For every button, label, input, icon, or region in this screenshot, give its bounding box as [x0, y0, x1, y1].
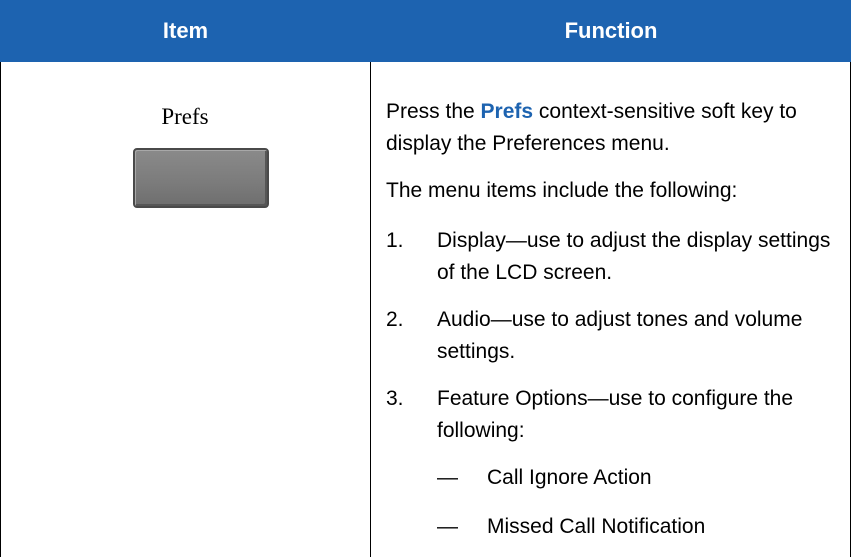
- header-function: Function: [371, 0, 851, 62]
- prefs-highlight: Prefs: [480, 100, 534, 123]
- lead-paragraph: The menu items include the following:: [386, 179, 738, 202]
- list-item-number: 3.: [386, 387, 404, 410]
- header-item: Item: [0, 0, 371, 62]
- item-name: Prefs: [161, 104, 209, 129]
- list-item-text: Feature Options—use to configure the fol…: [437, 387, 794, 442]
- table-column-divider: [370, 62, 371, 557]
- sub-list-text: Call Ignore Action: [487, 466, 652, 489]
- intro-paragraph: Press the Prefs context-sensitive soft k…: [386, 96, 846, 160]
- sub-list-text: Missed Call Notification: [487, 515, 706, 538]
- list-item-number: 2.: [386, 308, 404, 331]
- soft-key-icon: [133, 148, 269, 208]
- header-function-label: Function: [564, 18, 658, 43]
- list-item-text: Audio—use to adjust tones and volume set…: [437, 308, 803, 363]
- sub-list-dash: —: [437, 515, 458, 538]
- intro-text-before: Press the: [386, 100, 481, 123]
- item-cell: Prefs: [0, 62, 370, 557]
- list-item-text: Display—use to adjust the display settin…: [437, 229, 831, 284]
- feature-table: Item Function Prefs Press the Prefs cont…: [0, 0, 851, 557]
- header-item-label: Item: [162, 18, 209, 43]
- sub-list-dash: —: [437, 466, 458, 489]
- list-item-number: 1.: [386, 229, 404, 252]
- function-cell: Press the Prefs context-sensitive soft k…: [386, 62, 846, 557]
